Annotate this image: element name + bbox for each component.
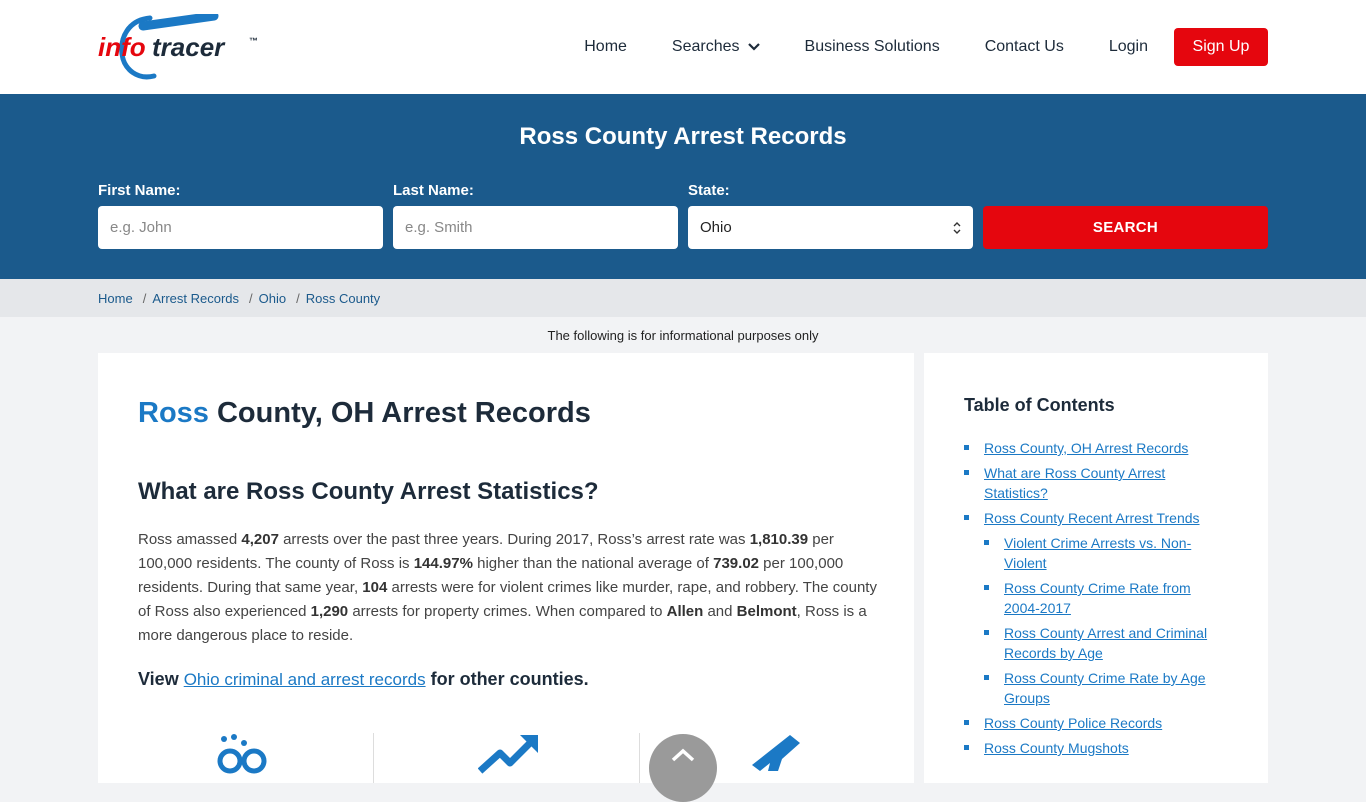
- nav-business-solutions[interactable]: Business Solutions: [805, 38, 940, 56]
- first-name-label: First Name:: [98, 182, 181, 199]
- breadcrumb-separator: /: [249, 291, 253, 306]
- toc-item: Ross County Crime Rate by Age Groups: [964, 668, 1224, 708]
- toc-link-mugshots[interactable]: Ross County Mugshots: [984, 740, 1129, 756]
- last-name-input[interactable]: e.g. Smith: [393, 206, 678, 249]
- breadcrumb-arrest-records[interactable]: Arrest Records: [152, 291, 239, 306]
- logo-tracer-text: tracer: [152, 32, 226, 62]
- toc-item: Ross County Police Records: [964, 713, 1224, 733]
- scroll-to-top-button[interactable]: [649, 734, 717, 802]
- breadcrumb-ohio[interactable]: Ohio: [259, 291, 286, 306]
- ohio-records-link[interactable]: Ohio criminal and arrest records: [184, 670, 426, 689]
- article-title-rest: County, OH Arrest Records: [208, 397, 591, 429]
- site-header: info tracer ™ Home Searches Business Sol…: [0, 0, 1366, 94]
- logo-trademark: ™: [249, 36, 258, 46]
- toc-link-recent-trends[interactable]: Ross County Recent Arrest Trends: [984, 510, 1200, 526]
- info-note: The following is for informational purpo…: [547, 328, 819, 343]
- toc-link-arrest-records[interactable]: Ross County, OH Arrest Records: [984, 440, 1188, 456]
- page-title: Ross County Arrest Records: [519, 123, 847, 150]
- breadcrumb: Home / Arrest Records / Ohio / Ross Coun…: [0, 279, 1366, 317]
- toc-link-crime-rate-age-groups[interactable]: Ross County Crime Rate by Age Groups: [1004, 670, 1206, 706]
- toc-item: What are Ross County Arrest Statistics?: [964, 463, 1224, 503]
- toc-link-crime-rate-2004-2017[interactable]: Ross County Crime Rate from 2004-2017: [1004, 580, 1191, 616]
- state-select-value: Ohio: [700, 219, 732, 236]
- chevron-up-icon: [671, 748, 695, 762]
- search-band: Ross County Arrest Records First Name: e…: [0, 94, 1366, 279]
- divider: [639, 733, 640, 783]
- toc-item: Violent Crime Arrests vs. Non-Violent: [964, 533, 1224, 573]
- handcuffs-icon: [217, 734, 267, 774]
- search-button[interactable]: SEARCH: [983, 206, 1268, 249]
- toc-item: Ross County, OH Arrest Records: [964, 438, 1224, 458]
- breadcrumb-ross-county[interactable]: Ross County: [306, 291, 380, 306]
- view-records-line: View Ohio criminal and arrest records fo…: [138, 669, 589, 689]
- toc-title: Table of Contents: [964, 395, 1115, 415]
- statistics-paragraph: Ross amassed 4,207 arrests over the past…: [138, 531, 877, 644]
- toc-link-arrest-statistics[interactable]: What are Ross County Arrest Statistics?: [984, 465, 1165, 501]
- signup-button[interactable]: Sign Up: [1174, 28, 1268, 66]
- article-title: Ross County, OH Arrest Records: [138, 397, 591, 430]
- last-name-label: Last Name:: [393, 182, 474, 199]
- toc-item: Ross County Mugshots: [964, 738, 1224, 758]
- toc-list: Ross County, OH Arrest Records What are …: [964, 438, 1224, 763]
- gun-icon: [752, 735, 800, 771]
- nav-searches-label: Searches: [671, 38, 740, 55]
- chevron-down-icon: [747, 43, 760, 51]
- state-select[interactable]: Ohio: [688, 206, 973, 249]
- infotracer-logo[interactable]: info tracer ™: [98, 14, 263, 80]
- main-nav: Home Searches Business Solutions Contact…: [584, 28, 1268, 66]
- breadcrumb-separator: /: [142, 291, 147, 306]
- toc-link-records-by-age[interactable]: Ross County Arrest and Criminal Records …: [1004, 625, 1207, 661]
- table-of-contents: Table of Contents Ross County, OH Arrest…: [924, 353, 1268, 783]
- article-title-accent: Ross: [138, 397, 209, 429]
- nav-home[interactable]: Home: [584, 38, 627, 56]
- section-heading-statistics: What are Ross County Arrest Statistics?: [138, 478, 599, 505]
- breadcrumb-separator: /: [296, 291, 300, 306]
- first-name-input[interactable]: e.g. John: [98, 206, 383, 249]
- stat-icons-row: [138, 731, 878, 791]
- toc-item: Ross County Arrest and Criminal Records …: [964, 623, 1224, 663]
- breadcrumb-home[interactable]: Home: [98, 291, 133, 306]
- main-content-card: Ross County, OH Arrest Records What are …: [98, 353, 914, 802]
- toc-item: Ross County Recent Arrest Trends: [964, 508, 1224, 528]
- trend-up-icon: [478, 735, 538, 774]
- divider: [373, 733, 374, 783]
- state-label: State:: [688, 182, 730, 199]
- nav-searches[interactable]: Searches: [672, 38, 760, 56]
- toc-link-violent-vs-nonviolent[interactable]: Violent Crime Arrests vs. Non-Violent: [1004, 535, 1191, 571]
- nav-contact-us[interactable]: Contact Us: [985, 38, 1064, 56]
- logo-info-text: info: [98, 32, 146, 62]
- toc-link-police-records[interactable]: Ross County Police Records: [984, 715, 1162, 731]
- nav-login[interactable]: Login: [1109, 38, 1148, 56]
- select-arrows-icon: [953, 221, 961, 235]
- toc-item: Ross County Crime Rate from 2004-2017: [964, 578, 1224, 618]
